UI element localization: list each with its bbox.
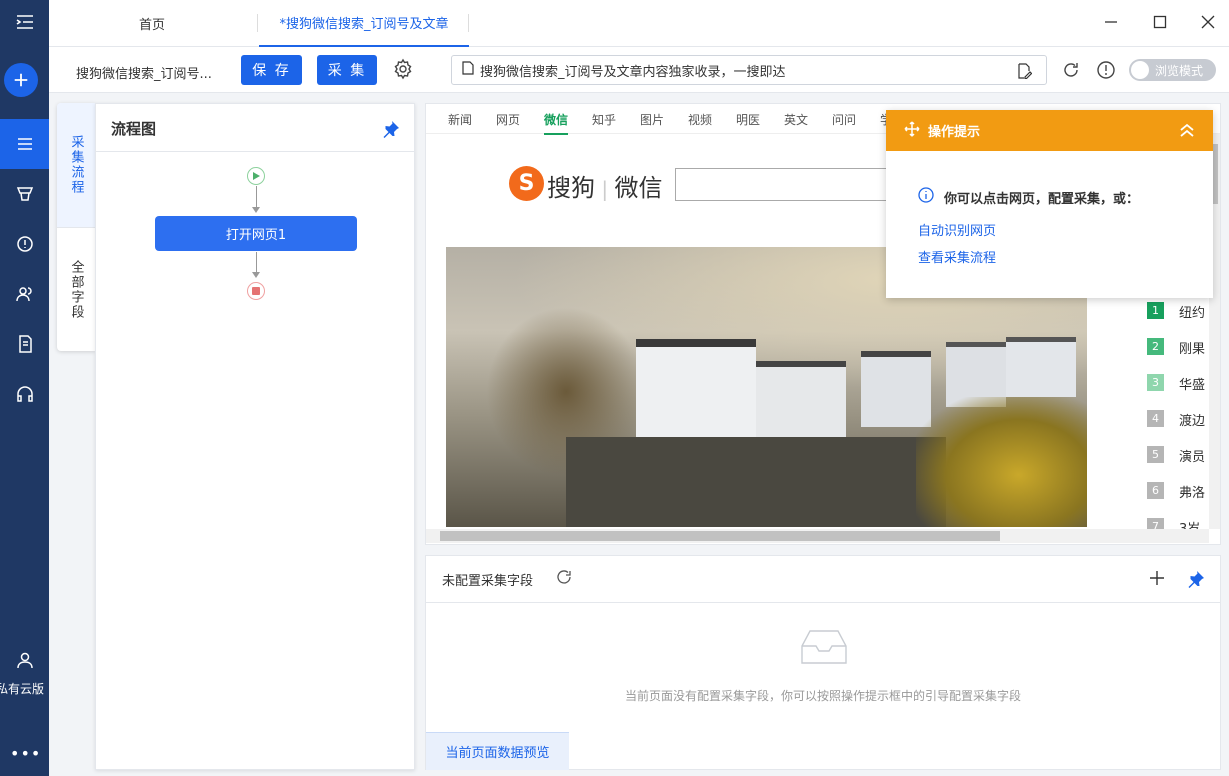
- browse-mode-label: 浏览模式: [1155, 63, 1204, 78]
- divider: [96, 151, 414, 152]
- arrow-down-icon: [252, 207, 260, 213]
- rank-number: 5: [1147, 446, 1164, 463]
- sogou-logo-icon: S: [509, 166, 544, 201]
- refresh-icon[interactable]: [1061, 60, 1081, 84]
- side-tabs: 采集流程 全部字段: [57, 103, 95, 351]
- rank-number: 3: [1147, 374, 1164, 391]
- add-field-icon[interactable]: [1148, 569, 1166, 591]
- hot-list-item[interactable]: 弗洛: [1179, 482, 1209, 501]
- menu-toggle-icon[interactable]: [0, 0, 49, 44]
- private-cloud-label[interactable]: 私有云版: [0, 680, 52, 697]
- site-search-input[interactable]: [675, 168, 895, 201]
- flow-title: 流程图: [111, 120, 157, 138]
- tab-divider: [468, 14, 469, 32]
- title-bar: 首页 *搜狗微信搜索_订阅号及文章: [49, 0, 1229, 47]
- end-node-icon[interactable]: [247, 282, 265, 300]
- pin-icon[interactable]: [382, 120, 400, 142]
- tab-all-fields[interactable]: 全部字段: [57, 227, 95, 351]
- document-icon[interactable]: [0, 319, 49, 369]
- user-icon[interactable]: [0, 640, 49, 680]
- auto-detect-link[interactable]: 自动识别网页: [918, 220, 996, 239]
- horizontal-scrollbar[interactable]: [426, 529, 1209, 543]
- site-tab-weixin[interactable]: 微信: [544, 111, 569, 135]
- view-flow-link[interactable]: 查看采集流程: [918, 247, 996, 266]
- tab-current-task[interactable]: *搜狗微信搜索_订阅号及文章: [259, 0, 469, 47]
- flow-panel: 流程图 打开网页1: [95, 103, 415, 770]
- tab-data-preview[interactable]: 当前页面数据预览: [426, 732, 569, 770]
- tip-message: 你可以点击网页，配置采集，或：: [944, 191, 1140, 207]
- site-tab-images[interactable]: 图片: [640, 111, 664, 128]
- hot-list-item[interactable]: 渡边: [1179, 410, 1209, 429]
- pin-icon[interactable]: [1187, 570, 1205, 592]
- site-tab-english[interactable]: 英文: [784, 111, 808, 128]
- toggle-knob: [1131, 61, 1149, 79]
- new-task-button[interactable]: [4, 63, 38, 97]
- hot-list-item[interactable]: 华盛: [1179, 374, 1209, 393]
- edit-url-icon[interactable]: [1016, 63, 1033, 83]
- rank-number: 4: [1147, 410, 1164, 427]
- logo-suffix: 微信: [614, 174, 663, 202]
- left-navigation: 私有云版 •••: [0, 0, 49, 776]
- toolbar: 搜狗微信搜索_订阅号... 保 存 采 集 搜狗微信搜索_订阅号及文章内容独家收…: [49, 47, 1229, 93]
- fields-title: 未配置采集字段: [442, 574, 534, 589]
- arrow-down-icon: [252, 272, 260, 278]
- empty-inbox-icon: [799, 628, 849, 670]
- hot-list-item[interactable]: 纽约: [1179, 302, 1209, 321]
- browse-mode-toggle[interactable]: 浏览模式: [1129, 59, 1216, 81]
- task-list-icon[interactable]: [0, 119, 49, 169]
- tip-title: 操作提示: [928, 125, 981, 140]
- divider: [426, 602, 1220, 603]
- collapse-icon[interactable]: [1179, 122, 1195, 142]
- users-icon[interactable]: [0, 269, 49, 319]
- tip-message-row: 你可以点击网页，配置采集，或：: [918, 187, 1139, 207]
- empty-message: 当前页面没有配置采集字段，你可以按照操作提示框中的引导配置采集字段: [624, 689, 1021, 703]
- save-button[interactable]: 保 存: [241, 55, 302, 85]
- collect-button[interactable]: 采 集: [317, 55, 377, 85]
- site-tab-medical[interactable]: 明医: [736, 111, 760, 128]
- maximize-icon[interactable]: [1148, 10, 1172, 34]
- site-tab-web[interactable]: 网页: [496, 111, 520, 128]
- headset-icon[interactable]: [0, 369, 49, 419]
- info-circle-icon: [918, 187, 934, 207]
- tab-collect-flow[interactable]: 采集流程: [57, 103, 95, 227]
- hot-list-item[interactable]: 演员: [1179, 446, 1209, 465]
- sogou-logo-text[interactable]: 搜狗 | 微信: [547, 168, 662, 203]
- operation-tip-panel: 操作提示 你可以点击网页，配置采集，或： 自动识别网页 查看采集流程: [886, 110, 1213, 298]
- start-node-icon[interactable]: [247, 167, 265, 185]
- tab-divider: [257, 14, 258, 32]
- rank-number: 1: [1147, 302, 1164, 319]
- tip-header[interactable]: 操作提示: [886, 110, 1213, 151]
- site-tab-video[interactable]: 视频: [688, 111, 712, 128]
- settings-gear-icon[interactable]: [392, 58, 414, 84]
- move-icon[interactable]: [904, 120, 920, 141]
- fields-panel: 未配置采集字段 当前页面没有配置采集字段，你可以按照操作提示框中的引导配置采集字…: [425, 555, 1221, 770]
- template-icon[interactable]: [0, 169, 49, 219]
- flow-step-open-page[interactable]: 打开网页1: [155, 216, 357, 251]
- close-icon[interactable]: [1196, 10, 1220, 34]
- tab-home[interactable]: 首页: [139, 0, 165, 47]
- site-tab-zhihu[interactable]: 知乎: [592, 111, 616, 128]
- scrollbar-thumb[interactable]: [440, 531, 1000, 541]
- site-tab-wenwen[interactable]: 问问: [832, 111, 856, 128]
- refresh-fields-icon[interactable]: [556, 569, 572, 589]
- url-field[interactable]: 搜狗微信搜索_订阅号及文章内容独家收录，一搜即达: [451, 55, 1047, 85]
- rank-number: 2: [1147, 338, 1164, 355]
- site-tab-news[interactable]: 新闻: [448, 111, 472, 128]
- task-name: 搜狗微信搜索_订阅号...: [76, 67, 212, 82]
- url-text: 搜狗微信搜索_订阅号及文章内容独家收录，一搜即达: [480, 64, 786, 80]
- history-icon[interactable]: [0, 219, 49, 269]
- logo-text: 搜狗: [547, 174, 595, 202]
- more-icon[interactable]: •••: [10, 744, 41, 763]
- rank-number: 6: [1147, 482, 1164, 499]
- info-icon[interactable]: [1096, 60, 1116, 84]
- minimize-icon[interactable]: [1099, 10, 1123, 34]
- hot-list-item[interactable]: 刚果: [1179, 338, 1209, 357]
- page-icon: [462, 61, 474, 79]
